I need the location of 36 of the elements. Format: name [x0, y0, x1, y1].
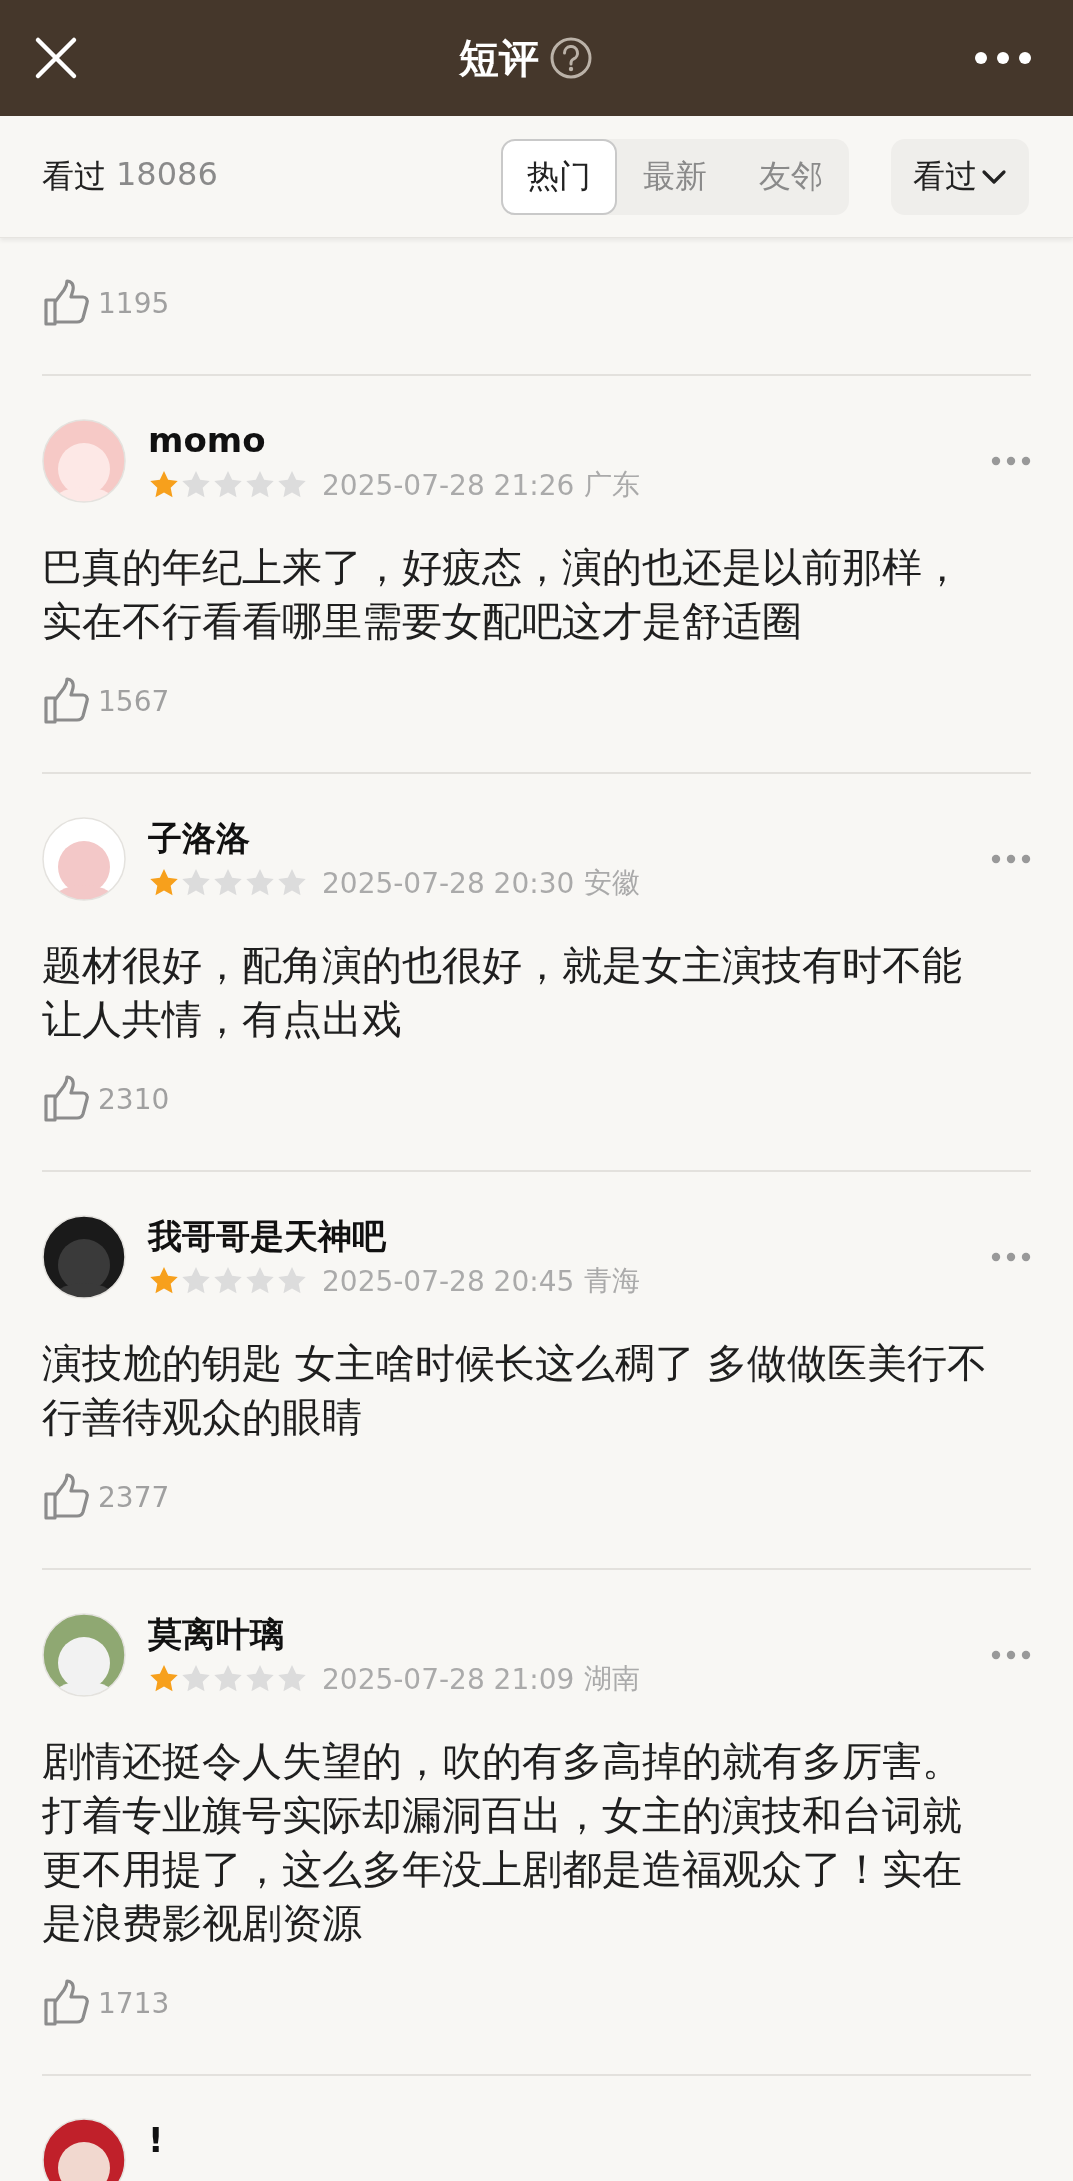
like-icon[interactable]: [42, 676, 92, 726]
review-date: 2025-07-28 21:26: [322, 468, 575, 502]
user-name[interactable]: 莫离叶璃: [148, 1612, 969, 1656]
like-count: 1713: [98, 1986, 170, 2020]
user-name[interactable]: 子洛洛: [148, 816, 969, 860]
review-text: 题材很好，配角演的也很好，就是女主演技有时不能让人共情，有点出戏: [42, 941, 963, 1044]
review-date: 2025-07-28 21:09: [322, 1662, 575, 1696]
user-name[interactable]: momo: [148, 418, 969, 462]
review-text: 演技尬的钥匙 女主啥时候长这么稠了 多做做医美行不行善待观众的眼睛: [42, 1339, 989, 1442]
review-date: 2025-07-28 20:45: [322, 1264, 575, 1298]
watched-label: 看过: [42, 155, 106, 197]
filter-dropdown[interactable]: 看过: [891, 138, 1029, 215]
help-icon[interactable]: [548, 36, 593, 80]
user-name[interactable]: !: [148, 2118, 1031, 2162]
chevron-down-icon: [981, 168, 1007, 185]
like-icon[interactable]: [42, 278, 92, 328]
review-location: 湖南: [584, 1661, 641, 1697]
like-count: 2310: [98, 1082, 170, 1116]
like-count: 2377: [98, 1480, 170, 1514]
like-count: 1567: [98, 684, 170, 718]
more-icon[interactable]: [973, 50, 1033, 66]
review-location: 广东: [584, 467, 641, 503]
page-title: 短评: [458, 33, 539, 83]
review-location: 安徽: [584, 865, 641, 901]
like-icon[interactable]: [42, 1978, 92, 2028]
close-icon[interactable]: [34, 36, 78, 80]
sort-tab[interactable]: 热门: [501, 138, 617, 215]
review-date: 2025-07-28 20:30: [322, 866, 575, 900]
like-icon[interactable]: [42, 1074, 92, 1124]
like-count: 1195: [98, 286, 170, 320]
review-text: 剧情还挺令人失望的，吹的有多高掉的就有多厉害。打着专业旗号实际却漏洞百出，女主的演技和台词就更不用提了，这么多年没上剧都是造福观众了！实在是浪费影视剧资源: [42, 1737, 963, 1948]
watched-count: 18086: [116, 154, 218, 195]
like-icon[interactable]: [42, 1472, 92, 1522]
user-name[interactable]: 我哥哥是天神吧: [148, 1214, 969, 1258]
review-text: 巴真的年纪上来了，好疲态，演的也还是以前那样，实在不行看看哪里需要女配吧这才是舒适圈: [42, 543, 963, 646]
review-location: 青海: [584, 1263, 641, 1299]
